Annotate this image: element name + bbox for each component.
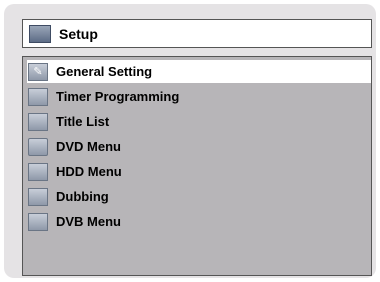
setup-window: Setup ✎ General Setting Timer Programmin… xyxy=(4,4,376,278)
menu-panel: ✎ General Setting Timer Programming Titl… xyxy=(22,56,372,276)
setup-menu: ✎ General Setting Timer Programming Titl… xyxy=(27,60,371,235)
menu-item-label: Timer Programming xyxy=(56,89,180,104)
menu-item-hdd-menu[interactable]: HDD Menu xyxy=(27,160,371,183)
menu-item-dvb-menu[interactable]: DVB Menu xyxy=(27,210,371,233)
menu-item-label: Dubbing xyxy=(56,189,109,204)
menu-item-dubbing[interactable]: Dubbing xyxy=(27,185,371,208)
menu-item-label: DVD Menu xyxy=(56,139,121,154)
menu-item-timer-programming[interactable]: Timer Programming xyxy=(27,85,371,108)
list-icon xyxy=(28,112,48,131)
menu-item-label: Title List xyxy=(56,114,110,129)
setup-header: Setup xyxy=(22,19,372,48)
wrench-icon: ✎ xyxy=(28,62,48,81)
menu-item-label: General Setting xyxy=(56,64,153,79)
dvb-icon xyxy=(28,212,48,231)
menu-item-label: HDD Menu xyxy=(56,164,122,179)
page-title: Setup xyxy=(59,25,98,42)
menu-item-title-list[interactable]: Title List xyxy=(27,110,371,133)
menu-item-label: DVB Menu xyxy=(56,214,121,229)
menu-item-dvd-menu[interactable]: DVD Menu xyxy=(27,135,371,158)
hdd-icon xyxy=(28,162,48,181)
disc-icon xyxy=(28,137,48,156)
timer-grid-icon xyxy=(28,87,48,106)
menu-item-general-setting[interactable]: ✎ General Setting xyxy=(27,60,371,83)
dubbing-icon xyxy=(28,187,48,206)
setup-icon xyxy=(29,24,51,43)
